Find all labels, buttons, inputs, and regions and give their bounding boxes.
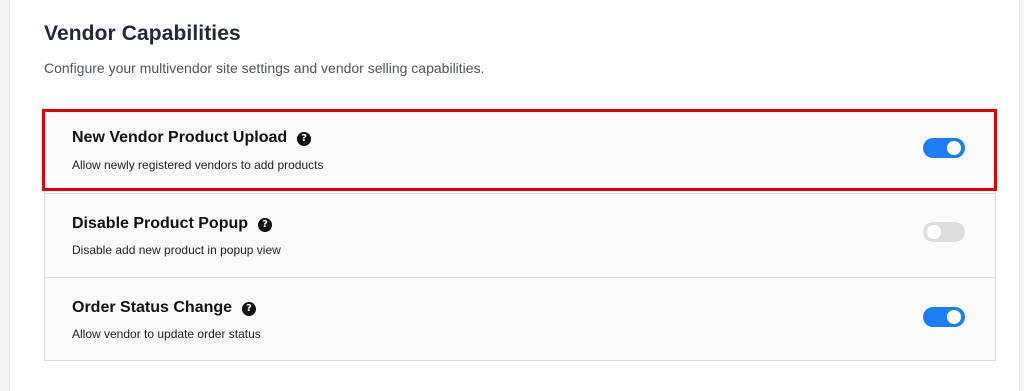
toggle-knob <box>927 225 941 239</box>
question-circle-icon[interactable]: ? <box>297 132 312 146</box>
section-title: Vendor Capabilities <box>44 22 241 45</box>
toggle-knob <box>947 310 961 324</box>
settings-panel: Vendor Capabilities Configure your multi… <box>9 0 1020 391</box>
question-circle-icon[interactable]: ? <box>258 218 273 232</box>
setting-description: Disable add new product in popup view <box>72 243 281 257</box>
question-circle-icon[interactable]: ? <box>242 302 257 316</box>
setting-title: Disable Product Popup <box>72 215 249 232</box>
section-subtitle: Configure your multivendor site settings… <box>44 60 485 76</box>
toggle-knob <box>947 141 961 155</box>
setting-description: Allow newly registered vendors to add pr… <box>72 158 324 172</box>
setting-row-disable-product-popup: Disable Product Popup? Disable add new p… <box>45 193 995 277</box>
setting-row-order-status-change: Order Status Change? Allow vendor to upd… <box>45 277 995 360</box>
setting-title: Order Status Change <box>72 299 233 316</box>
new-vendor-product-upload-toggle[interactable] <box>923 138 965 158</box>
setting-title: New Vendor Product Upload <box>72 129 288 146</box>
order-status-change-toggle[interactable] <box>923 307 965 327</box>
settings-list: New Vendor Product Upload? Allow newly r… <box>44 109 996 361</box>
setting-description: Allow vendor to update order status <box>72 327 261 341</box>
setting-title-wrapper: Disable Product Popup? <box>72 214 273 234</box>
disable-product-popup-toggle[interactable] <box>923 222 965 242</box>
setting-title-wrapper: Order Status Change? <box>72 298 257 318</box>
setting-title-wrapper: New Vendor Product Upload? <box>72 128 312 148</box>
setting-row-new-vendor-product-upload: New Vendor Product Upload? Allow newly r… <box>45 110 995 193</box>
